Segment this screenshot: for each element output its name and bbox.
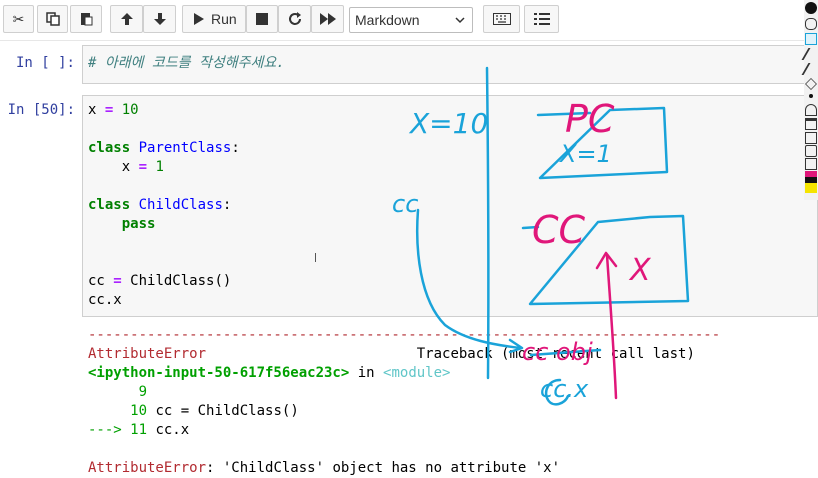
handwriting-overlay: X=10 PC X=1 cc CC X cc obj cc.x <box>392 66 690 406</box>
cc-box-note: CC <box>532 208 586 252</box>
pointer-arrow <box>605 253 618 400</box>
pc-note: PC <box>565 97 615 141</box>
x-equals-10-note: X=10 <box>408 107 488 140</box>
arrow-to-cc-obj <box>415 208 522 350</box>
cc-obj-note: cc obj <box>522 338 593 366</box>
cc-x-note: X <box>628 253 652 288</box>
cc-dot-x-note: cc.x <box>540 375 589 403</box>
cc-note: cc <box>392 190 418 218</box>
pc-x-note: X=1 <box>558 140 612 168</box>
text-cursor-icon <box>315 253 316 262</box>
